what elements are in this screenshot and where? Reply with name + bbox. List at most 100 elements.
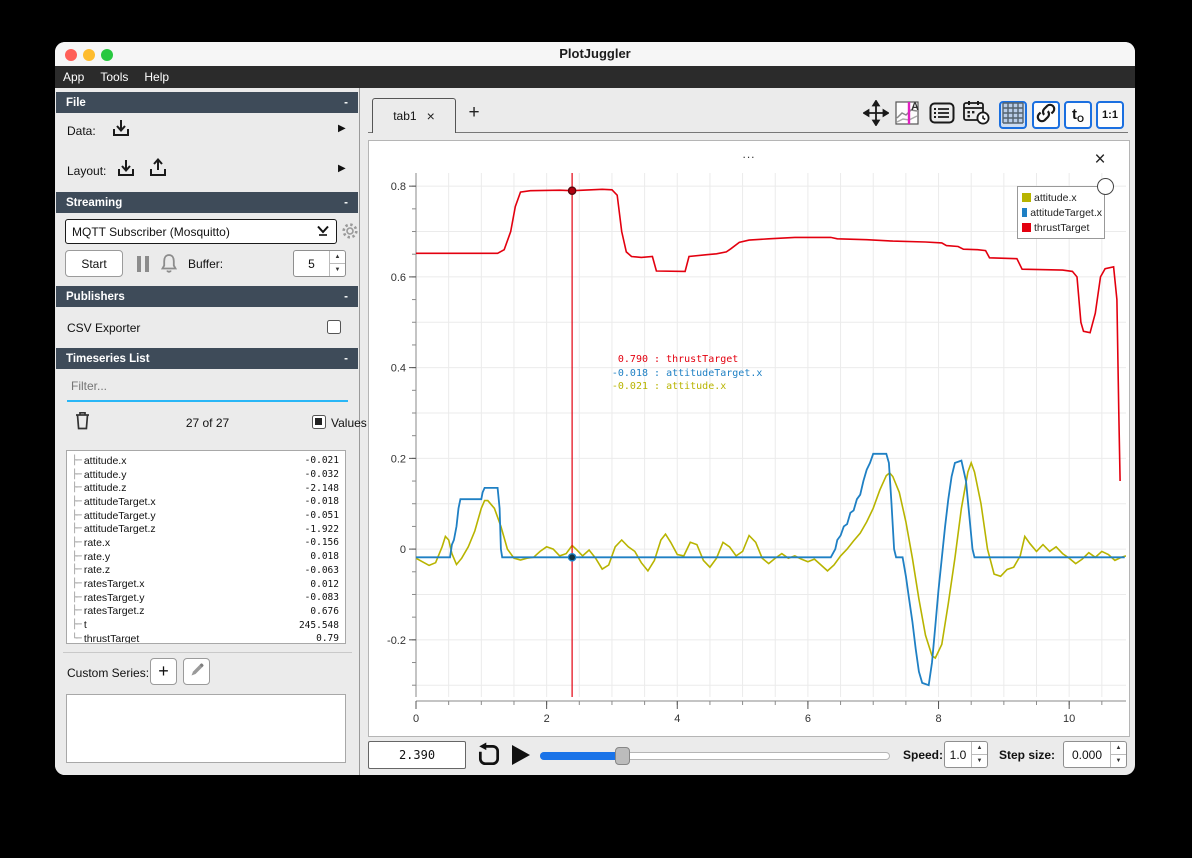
timeseries-value: -0.063 <box>304 564 339 576</box>
timeseries-row[interactable]: ├─ attitude.y -0.032 <box>67 468 345 482</box>
timeseries-name: attitude.z <box>83 482 127 495</box>
legend-entry[interactable]: thrustTarget <box>1020 220 1102 235</box>
values-label: Values <box>331 416 367 430</box>
edit-plot-style-button[interactable]: A <box>893 101 921 129</box>
menu-bar: App Tools Help <box>55 66 1135 88</box>
timeseries-row[interactable]: ├─ ratesTarget.x 0.012 <box>67 577 345 591</box>
start-streaming-button[interactable]: Start <box>65 250 123 277</box>
svg-text:8: 8 <box>935 713 941 725</box>
streaming-source-select[interactable]: MQTT Subscriber (Mosquitto) <box>65 219 337 244</box>
data-label: Data: <box>67 124 96 138</box>
tab-close-icon[interactable]: × <box>427 109 435 123</box>
collapse-icon[interactable]: - <box>344 353 348 365</box>
show-curve-list-button[interactable] <box>928 101 956 129</box>
timeseries-value: -0.018 <box>304 496 339 508</box>
data-expand-arrow[interactable]: ▶ <box>338 123 346 134</box>
timeseries-name: rate.y <box>83 550 111 563</box>
collapse-icon[interactable]: - <box>344 97 348 109</box>
add-tab-button[interactable]: + <box>463 102 485 124</box>
values-checkbox[interactable] <box>312 415 326 429</box>
filter-input[interactable] <box>69 378 343 394</box>
grid-icon <box>1002 101 1024 129</box>
layout-expand-arrow[interactable]: ▶ <box>338 163 346 174</box>
timeseries-row[interactable]: └─ thrustTarget 0.79 <box>67 632 345 644</box>
legend-label: attitude.x <box>1034 191 1077 204</box>
speed-decrement-button[interactable]: ▼ <box>972 755 987 767</box>
timeseries-row[interactable]: ├─ ratesTarget.z 0.676 <box>67 605 345 619</box>
step-size-spinbox[interactable]: 0.000 ▲ ▼ <box>1063 741 1127 768</box>
timeseries-section-header[interactable]: Timeseries List - <box>56 348 358 369</box>
use-date-time-button[interactable] <box>962 101 990 129</box>
layout-import-icon[interactable] <box>115 157 137 184</box>
speed-increment-button[interactable]: ▲ <box>972 742 987 755</box>
menu-tools[interactable]: Tools <box>100 70 128 84</box>
timeseries-value: -0.021 <box>304 455 339 467</box>
menu-help[interactable]: Help <box>144 70 169 84</box>
tab-label: tab1 <box>393 109 417 123</box>
plot-canvas[interactable]: 0 2 4 6 8 10 -0.2 0 0.2 0.4 0.6 0.8 <box>369 141 1129 736</box>
notifications-bell-icon[interactable] <box>159 253 179 279</box>
csv-exporter-checkbox[interactable] <box>327 320 341 334</box>
toggle-grid-button[interactable] <box>999 101 1027 129</box>
timeseries-row[interactable]: ├─ attitude.x -0.021 <box>67 454 345 468</box>
loop-playback-icon[interactable] <box>476 742 502 773</box>
play-button[interactable] <box>508 743 532 772</box>
timeseries-value: 0.79 <box>316 633 339 644</box>
legend-handle-icon[interactable] <box>1097 178 1114 195</box>
link-time-axis-button[interactable] <box>1032 101 1060 129</box>
tracker-readout-line: -0.018 : attitudeTarget.x <box>611 367 763 379</box>
legend-label: thrustTarget <box>1034 221 1090 234</box>
timeseries-row[interactable]: ├─ rate.x -0.156 <box>67 536 345 550</box>
plot-panel: 0 2 4 6 8 10 -0.2 0 0.2 0.4 0.6 0.8 ... × attitude.… <box>368 140 1130 737</box>
plot-legend[interactable]: attitude.x attitudeTarget.x thrustTarget <box>1017 186 1105 239</box>
collapse-icon[interactable]: - <box>344 291 348 303</box>
timeseries-row[interactable]: ├─ attitude.z -2.148 <box>67 481 345 495</box>
timeseries-row[interactable]: ├─ t 245.548 <box>67 618 345 632</box>
timeseries-row[interactable]: ├─ attitudeTarget.y -0.051 <box>67 509 345 523</box>
buffer-increment-button[interactable]: ▲ <box>330 251 345 264</box>
time-slider[interactable] <box>540 747 890 765</box>
timeseries-row[interactable]: ├─ rate.z -0.063 <box>67 564 345 578</box>
publishers-section-header[interactable]: Publishers - <box>56 286 358 307</box>
legend-entry[interactable]: attitude.x <box>1020 190 1102 205</box>
speed-spinbox[interactable]: 1.0 ▲ ▼ <box>944 741 988 768</box>
add-custom-series-button[interactable]: + <box>150 658 177 685</box>
menu-app[interactable]: App <box>63 70 84 84</box>
ratio-1-1-button[interactable]: 1:1 <box>1096 101 1124 129</box>
ratio-icon: 1:1 <box>1102 109 1118 121</box>
plotjuggler-window: PlotJuggler App Tools Help File - Data: … <box>55 42 1135 775</box>
plot-title[interactable]: ... <box>369 147 1129 161</box>
timeseries-row[interactable]: ├─ attitudeTarget.x -0.018 <box>67 495 345 509</box>
collapse-icon[interactable]: - <box>344 197 348 209</box>
move-plots-button[interactable] <box>862 98 890 129</box>
slider-thumb[interactable] <box>615 747 630 765</box>
streaming-section-header[interactable]: Streaming - <box>56 192 358 213</box>
tree-branch-icon: ├─ <box>72 455 82 466</box>
timeseries-row[interactable]: ├─ ratesTarget.y -0.083 <box>67 591 345 605</box>
edit-custom-series-button[interactable] <box>183 658 210 685</box>
tree-branch-icon: ├─ <box>72 537 82 548</box>
timeseries-name: rate.z <box>83 564 111 577</box>
plot-close-icon[interactable]: × <box>1089 149 1111 171</box>
timeseries-row[interactable]: ├─ attitudeTarget.z -1.922 <box>67 522 345 536</box>
tracker-readout: 0.790 : thrustTarget -0.018 : attitudeTar… <box>586 353 763 394</box>
legend-entry[interactable]: attitudeTarget.x <box>1020 205 1102 220</box>
time-offset-button[interactable]: tO <box>1064 101 1092 129</box>
buffer-spinbox[interactable]: 5 ▲ ▼ <box>293 250 346 277</box>
series-thrustTarget <box>416 188 1121 482</box>
layout-export-icon[interactable] <box>147 157 169 184</box>
tab-tab1[interactable]: tab1 × <box>372 98 456 133</box>
step-increment-button[interactable]: ▲ <box>1111 742 1126 755</box>
step-size-label: Step size: <box>999 748 1056 762</box>
svg-text:0.8: 0.8 <box>391 181 406 193</box>
tabbar-baseline <box>368 132 1128 133</box>
streaming-settings-gear-icon[interactable] <box>341 222 359 245</box>
step-decrement-button[interactable]: ▼ <box>1111 755 1126 767</box>
file-section-header[interactable]: File - <box>56 92 358 113</box>
pause-icon[interactable] <box>135 255 151 278</box>
buffer-decrement-button[interactable]: ▼ <box>330 264 345 276</box>
timeseries-row[interactable]: ├─ rate.y 0.018 <box>67 550 345 564</box>
current-time-field[interactable]: 2.390 <box>368 741 466 769</box>
data-import-icon[interactable] <box>110 117 132 144</box>
tree-branch-icon: ├─ <box>72 496 82 507</box>
